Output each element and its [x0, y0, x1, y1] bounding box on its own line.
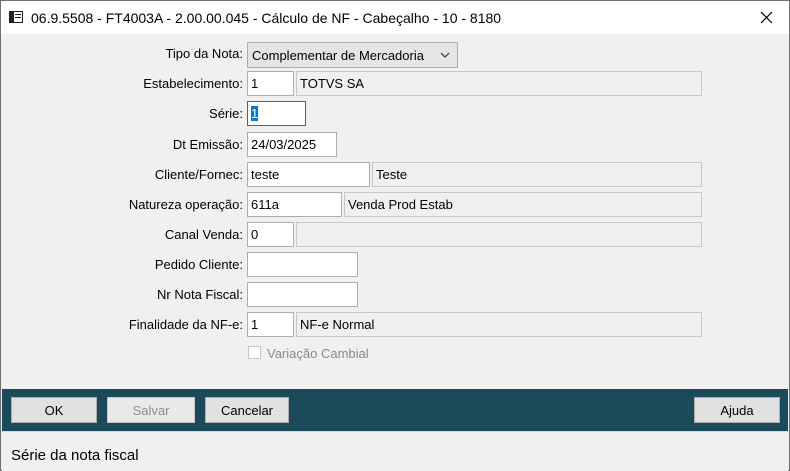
tipo-nota-value: Complementar de Mercadoria — [252, 48, 424, 63]
pedido-cliente-label: Pedido Cliente: — [154, 257, 243, 272]
finalidade-name-field: NF-e Normal — [296, 312, 702, 337]
cliente-label: Cliente/Fornec: — [154, 167, 243, 182]
serie-label: Série: — [209, 106, 243, 121]
natureza-name-field: Venda Prod Estab — [344, 192, 702, 217]
estabelecimento-label: Estabelecimento: — [143, 76, 243, 91]
variacao-cambial-checkbox[interactable] — [248, 346, 261, 359]
cancelar-button-label: Cancelar — [220, 402, 274, 418]
pedido-cliente-input[interactable] — [247, 252, 358, 277]
window-title: 06.9.5508 - FT4003A - 2.00.00.045 - Cálc… — [31, 10, 502, 26]
canal-venda-code-input[interactable]: 0 — [247, 222, 294, 247]
ajuda-button-label: Ajuda — [720, 402, 754, 418]
canal-venda-label: Canal Venda: — [164, 227, 243, 242]
finalidade-label: Finalidade da NF-e: — [128, 317, 243, 332]
dt-emissao-label: Dt Emissão: — [172, 137, 243, 152]
button-bar: OK Salvar Cancelar Ajuda — [2, 389, 788, 431]
status-text: Série da nota fiscal — [11, 447, 139, 464]
ajuda-button[interactable]: Ajuda — [694, 397, 780, 423]
status-bar: Série da nota fiscal — [2, 431, 788, 471]
salvar-button[interactable]: Salvar — [107, 397, 195, 423]
form-area: Tipo da Nota: Complementar de Mercadoria… — [2, 34, 788, 389]
natureza-label: Natureza operação: — [128, 197, 243, 212]
finalidade-code-input[interactable]: 1 — [247, 312, 294, 337]
close-button[interactable] — [743, 1, 789, 34]
canal-venda-name-field — [296, 222, 702, 247]
ok-button-label: OK — [44, 402, 64, 418]
natureza-code-input[interactable]: 611a — [247, 192, 342, 217]
serie-value: 1 — [251, 106, 259, 121]
salvar-button-label: Salvar — [132, 402, 170, 418]
close-icon — [760, 11, 772, 24]
nr-nota-fiscal-input[interactable] — [247, 282, 358, 307]
cancelar-button[interactable]: Cancelar — [205, 397, 289, 423]
serie-input[interactable]: 1 — [247, 101, 306, 126]
cliente-code-input[interactable]: teste — [247, 162, 370, 187]
estabelecimento-name-field: TOTVS SA — [296, 71, 702, 96]
tipo-nota-select[interactable]: Complementar de Mercadoria — [247, 42, 458, 68]
tipo-nota-label: Tipo da Nota: — [165, 46, 243, 61]
title-bar: 06.9.5508 - FT4003A - 2.00.00.045 - Cálc… — [1, 1, 789, 34]
ok-button[interactable]: OK — [11, 397, 97, 423]
estabelecimento-code-input[interactable]: 1 — [247, 71, 294, 96]
dt-emissao-input[interactable]: 24/03/2025 — [247, 132, 337, 157]
nr-nota-fiscal-label: Nr Nota Fiscal: — [157, 287, 243, 302]
dialog-window: 06.9.5508 - FT4003A - 2.00.00.045 - Cálc… — [0, 0, 790, 471]
window-app-icon — [9, 11, 23, 23]
cliente-name-field: Teste — [372, 162, 702, 187]
chevron-down-icon — [440, 52, 450, 58]
variacao-cambial-label: Variação Cambial — [267, 346, 369, 361]
